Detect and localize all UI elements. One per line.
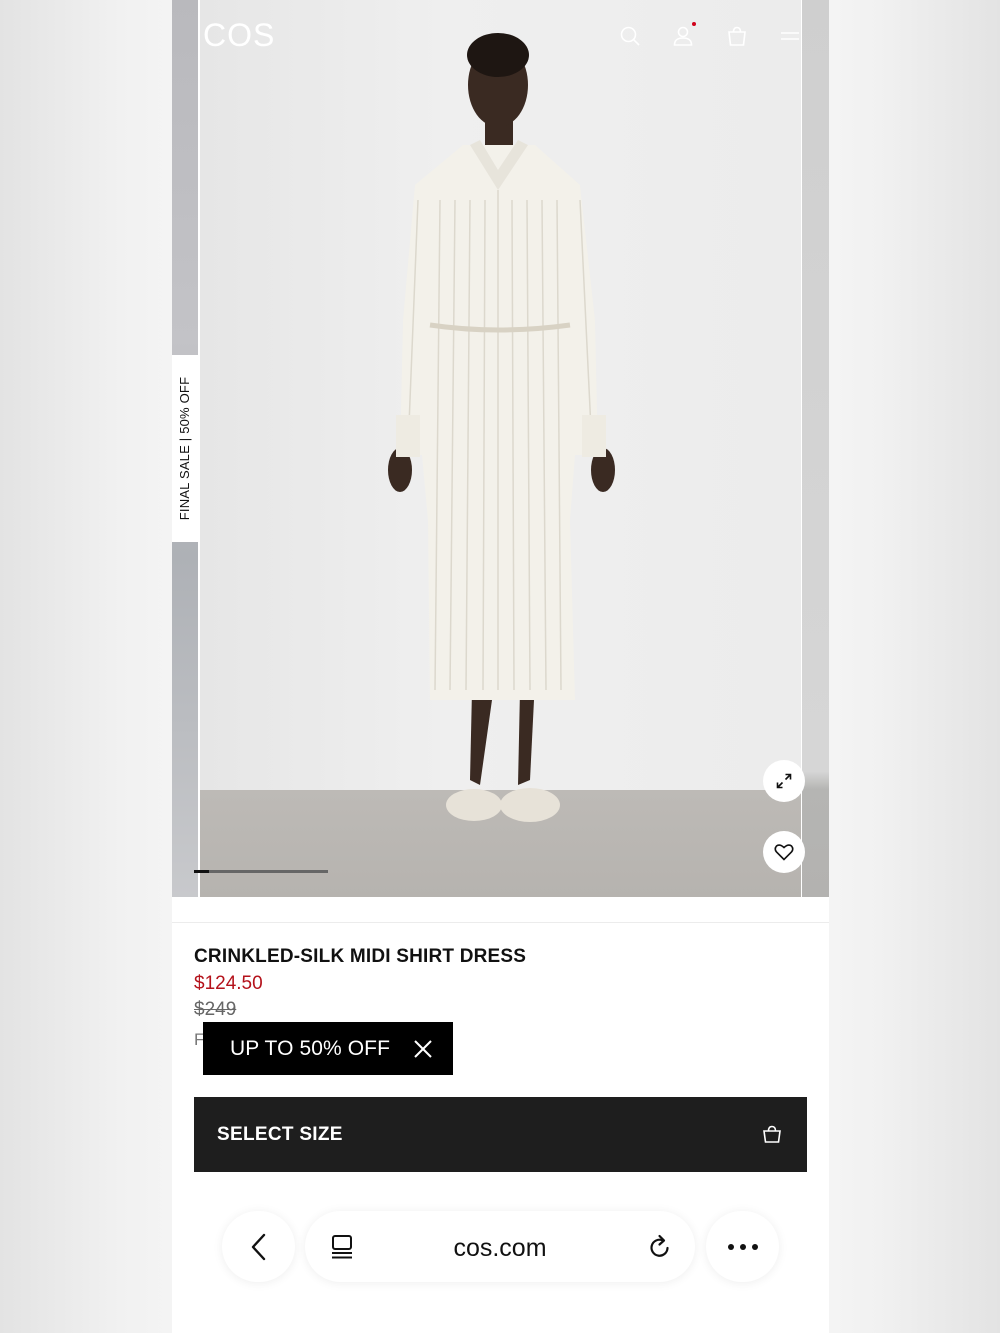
final-sale-side-tab[interactable]: FINAL SALE | 50% OFF (172, 355, 198, 542)
original-price: $249 (194, 999, 237, 1020)
search-icon[interactable] (618, 24, 642, 48)
account-icon[interactable] (671, 24, 695, 48)
next-slide-preview[interactable] (802, 0, 829, 897)
promo-toast[interactable]: UP TO 50% OFF (203, 1022, 453, 1075)
gallery-progress-bar (194, 870, 328, 873)
browser-address-bar[interactable]: cos.com (305, 1211, 695, 1282)
browser-more-button[interactable] (706, 1211, 779, 1282)
gallery-progress-indicator (194, 870, 209, 873)
account-notification-dot (692, 22, 696, 26)
final-sale-side-tab-label: FINAL SALE | 50% OFF (177, 376, 193, 521)
chevron-left-icon (251, 1233, 265, 1260)
product-image-gallery[interactable]: FINAL SALE | 50% OFF COS (172, 0, 829, 897)
product-title: CRINKLED-SILK MIDI SHIRT DRESS (194, 946, 527, 967)
select-size-button[interactable]: SELECT SIZE (194, 1097, 807, 1172)
browser-url[interactable]: cos.com (305, 1234, 695, 1263)
reload-icon[interactable] (647, 1233, 673, 1261)
bag-icon[interactable] (725, 24, 749, 48)
menu-icon[interactable] (778, 24, 802, 48)
select-size-label: SELECT SIZE (217, 1123, 343, 1145)
expand-image-button[interactable] (763, 760, 805, 802)
wishlist-button[interactable] (763, 831, 805, 873)
model-illustration (388, 33, 615, 822)
product-image[interactable] (200, 0, 801, 897)
section-divider (172, 922, 829, 923)
browser-back-button[interactable] (222, 1211, 295, 1282)
heart-icon (774, 844, 794, 861)
site-header: COS (172, 0, 829, 72)
promo-toast-text: UP TO 50% OFF (230, 1036, 391, 1060)
sale-price: $124.50 (194, 973, 263, 994)
expand-icon (776, 773, 792, 789)
phone-viewport: FINAL SALE | 50% OFF COS CRINKLED-SILK M… (172, 0, 829, 1333)
cos-logo[interactable]: COS (203, 17, 275, 54)
more-dots-icon (727, 1243, 758, 1250)
close-icon[interactable] (411, 1037, 435, 1061)
add-to-bag-icon (763, 1125, 781, 1143)
